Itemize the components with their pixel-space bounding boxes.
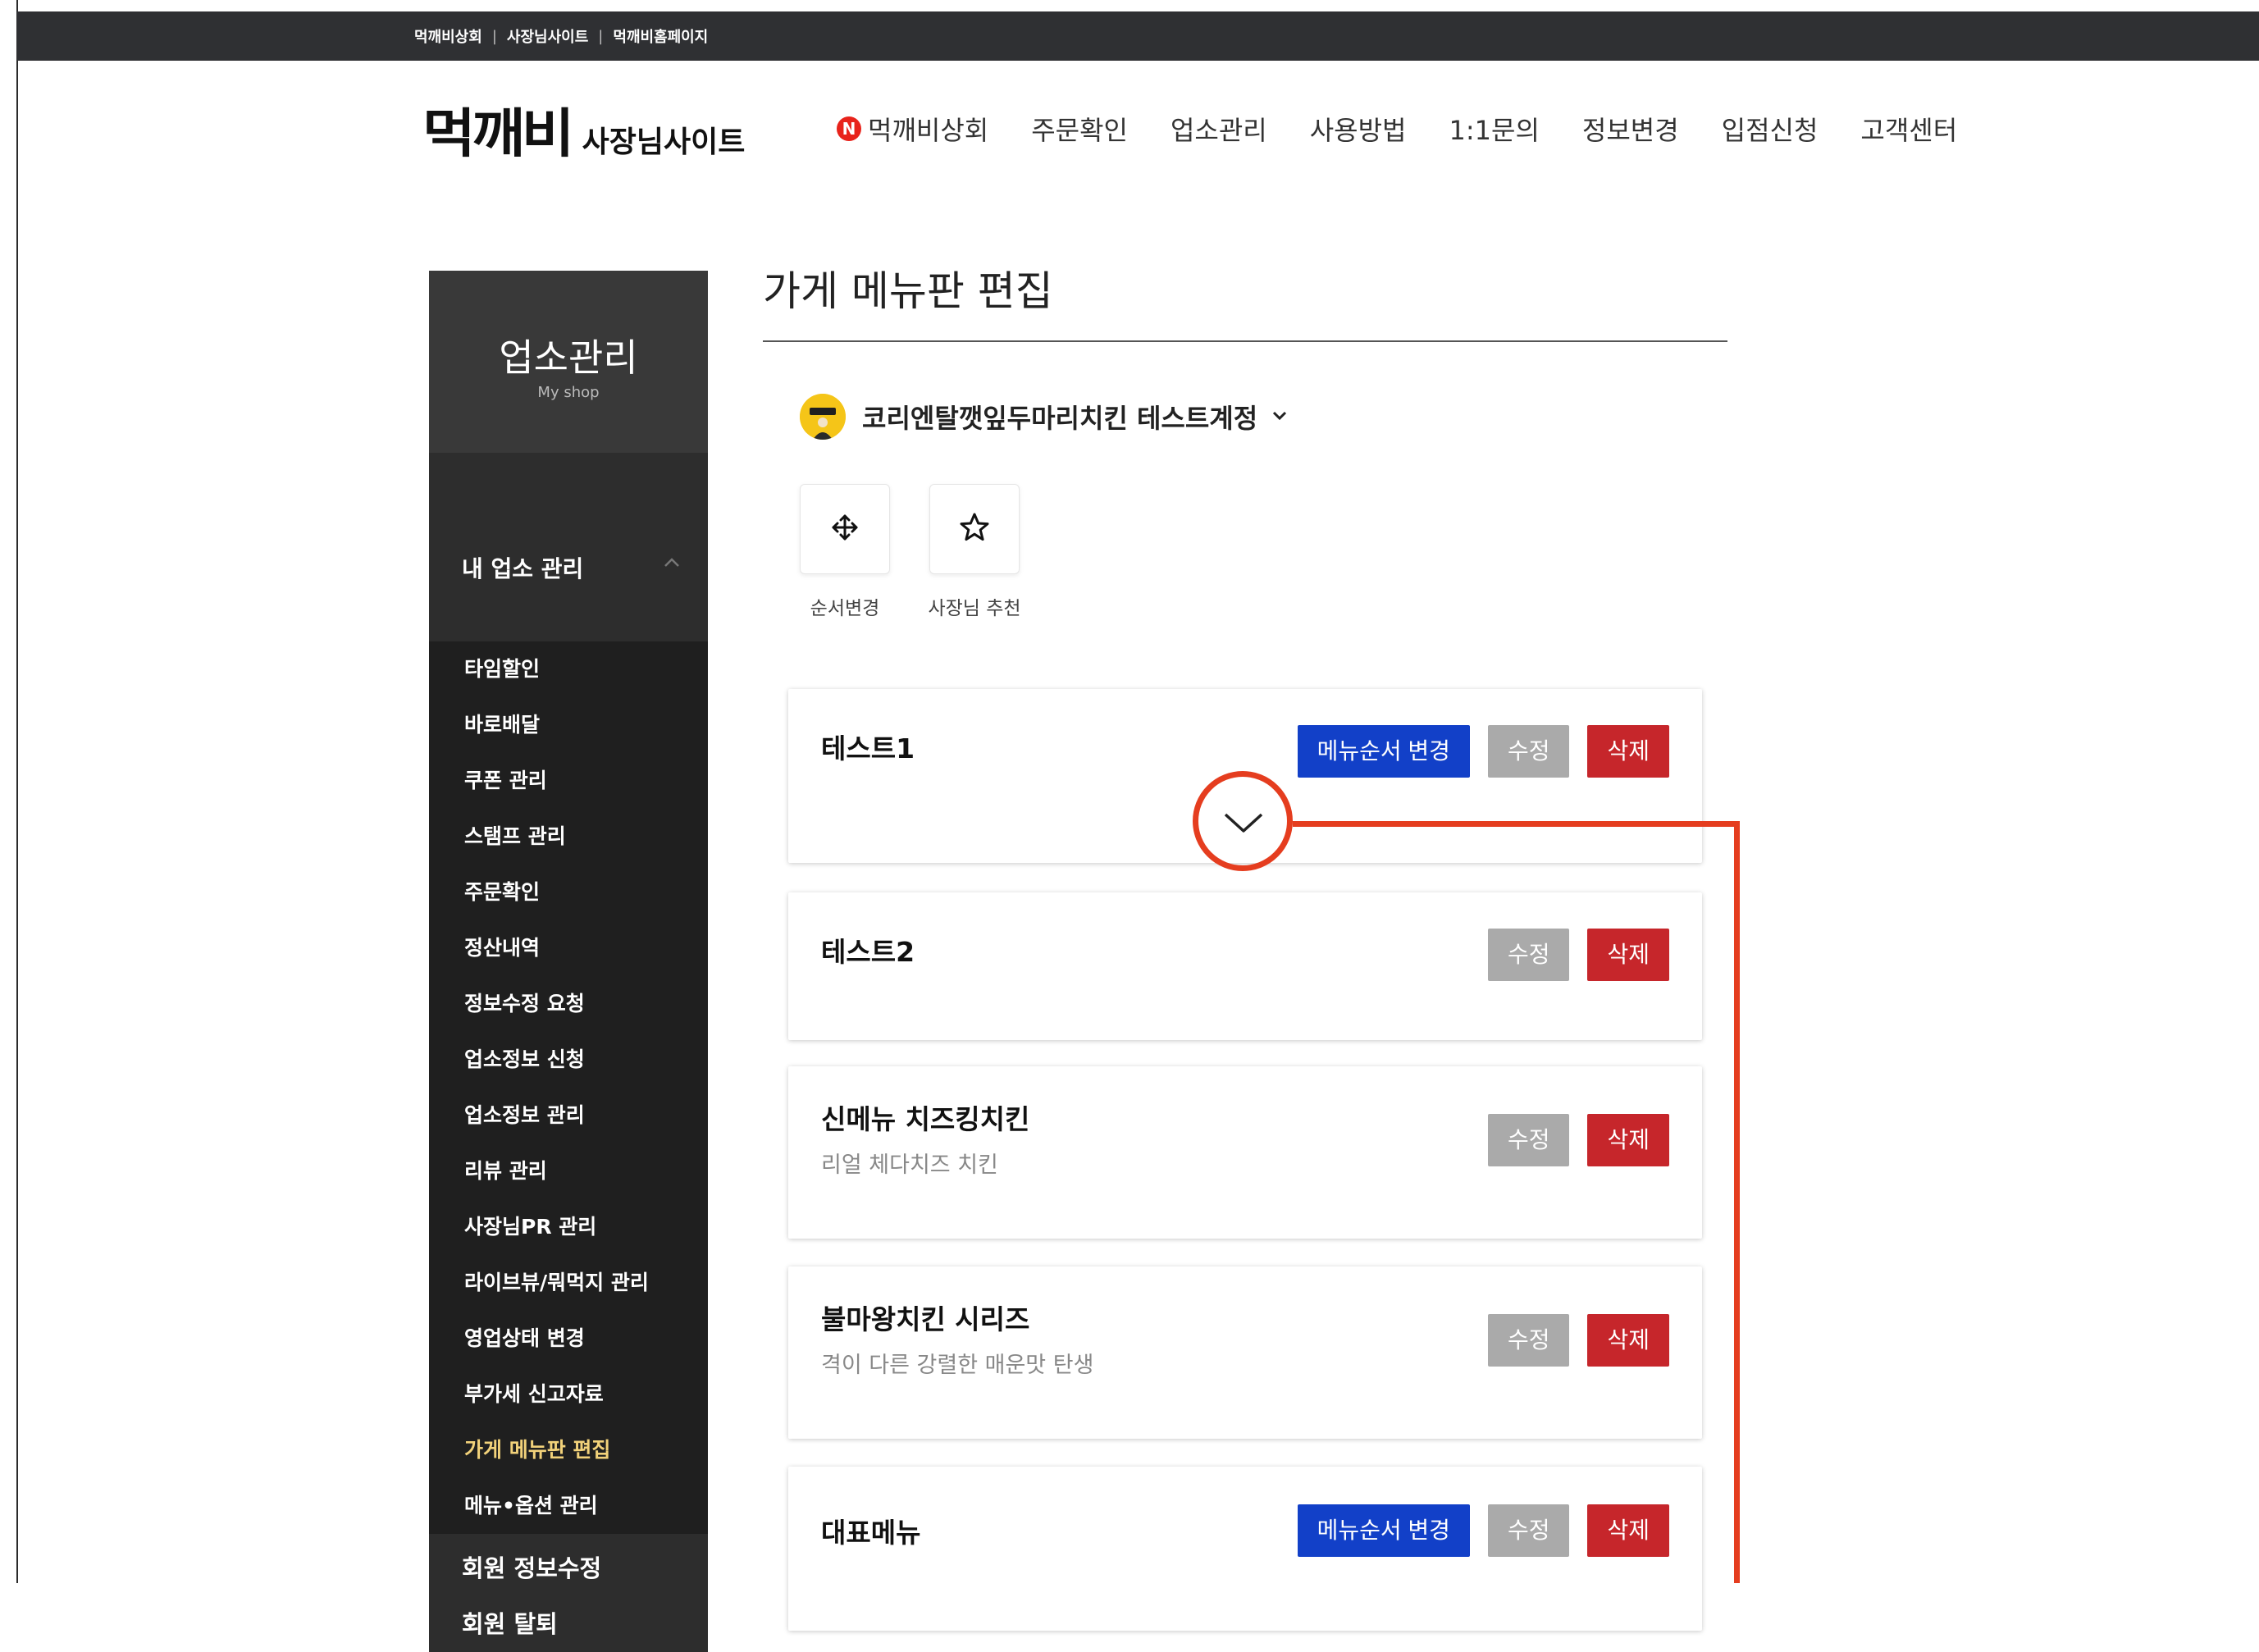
nav-label: 먹깨비상회 — [868, 115, 989, 146]
sidebar-item-menu-options[interactable]: 메뉴•옵션 관리 — [429, 1478, 708, 1534]
delete-button[interactable]: 삭제 — [1587, 929, 1669, 981]
separator: | — [491, 27, 497, 45]
sidebar-item-owner-pr[interactable]: 사장님PR 관리 — [429, 1199, 708, 1255]
logo-sub-text: 사장님사이트 — [582, 125, 746, 159]
sidebar-item-member-edit[interactable]: 회원 정보수정 — [429, 1540, 708, 1596]
edit-button[interactable]: 수정 — [1487, 1114, 1570, 1166]
delete-button[interactable]: 삭제 — [1587, 1504, 1669, 1557]
main-content: 가게 메뉴판 편집 코리엔탈깻잎두마리치킨 테스트계정 순서변경 사장님 추천 … — [763, 254, 1727, 1631]
edit-button[interactable]: 수정 — [1487, 1504, 1570, 1557]
store-name: 코리엔탈깻잎두마리치킨 테스트계정 — [862, 403, 1258, 434]
menu-card-title: 신메뉴 치즈킹치킨 — [821, 1103, 1030, 1135]
top-utility-bar: 먹깨비상회 | 사장님사이트 | 먹깨비홈페이지 — [16, 11, 2259, 61]
tool-reorder: 순서변경 — [800, 484, 890, 620]
sidebar-item-stamps[interactable]: 스탬프 관리 — [429, 809, 708, 865]
recommend-tool-button[interactable] — [929, 484, 1020, 574]
card-actions: 수정 삭제 — [1470, 929, 1669, 981]
annotation-line — [1293, 821, 1740, 827]
sidebar-subtitle: My shop — [537, 384, 600, 401]
nav-item-orders[interactable]: 주문확인 — [1031, 110, 1128, 148]
nav-item-how-to[interactable]: 사용방법 — [1310, 110, 1407, 148]
reorder-tool-button[interactable] — [800, 484, 890, 574]
nav-item-store[interactable]: N 먹깨비상회 — [837, 110, 988, 148]
sidebar-item-coupons[interactable]: 쿠폰 관리 — [429, 753, 708, 809]
sidebar-title: 업소관리 — [499, 335, 638, 380]
menu-card: 대표메뉴 메뉴순서 변경 수정 삭제 — [788, 1467, 1702, 1631]
sidebar-item-quick-delivery[interactable]: 바로배달 — [429, 697, 708, 753]
sidebar: 업소관리 My shop 내 업소 관리 타임할인 바로배달 쿠폰 관리 스탬프… — [429, 271, 708, 1652]
sidebar-item-vat-data[interactable]: 부가세 신고자료 — [429, 1367, 708, 1422]
delete-button[interactable]: 삭제 — [1587, 1314, 1669, 1367]
menu-card-title: 불마왕치킨 시리즈 — [821, 1303, 1030, 1335]
move-icon — [828, 511, 861, 547]
separator: | — [598, 27, 604, 45]
reorder-menu-button[interactable]: 메뉴순서 변경 — [1297, 1504, 1470, 1557]
sidebar-item-edit-request[interactable]: 정보수정 요청 — [429, 976, 708, 1032]
reorder-menu-button[interactable]: 메뉴순서 변경 — [1297, 725, 1470, 778]
menu-card-title: 대표메뉴 — [821, 1517, 921, 1549]
menu-tools: 순서변경 사장님 추천 — [800, 484, 1059, 620]
menu-card: 테스트2 수정 삭제 — [788, 892, 1702, 1040]
card-actions: 수정 삭제 — [1470, 1114, 1669, 1166]
sidebar-menu-list: 타임할인 바로배달 쿠폰 관리 스탬프 관리 주문확인 정산내역 정보수정 요청… — [429, 641, 708, 1534]
card-actions: 메뉴순서 변경 수정 삭제 — [1280, 1504, 1669, 1557]
nav-item-info-change[interactable]: 정보변경 — [1582, 110, 1679, 148]
store-avatar — [800, 394, 846, 440]
sidebar-item-settlement[interactable]: 정산내역 — [429, 920, 708, 976]
sidebar-item-liveview[interactable]: 라이브뷰/뭐먹지 관리 — [429, 1255, 708, 1311]
annotation-line — [1734, 821, 1740, 1583]
edit-button[interactable]: 수정 — [1487, 1314, 1570, 1367]
sidebar-item-reviews[interactable]: 리뷰 관리 — [429, 1143, 708, 1199]
link-owner-site[interactable]: 사장님사이트 — [507, 25, 588, 47]
nav-item-inquiry[interactable]: 1:1문의 — [1449, 110, 1540, 148]
sidebar-item-business-status[interactable]: 영업상태 변경 — [429, 1311, 708, 1367]
link-mukkebi-home[interactable]: 먹깨비홈페이지 — [613, 25, 708, 47]
page-title: 가게 메뉴판 편집 — [763, 267, 1053, 315]
nav-item-shop-management[interactable]: 업소관리 — [1171, 110, 1267, 148]
utility-links: 먹깨비상회 | 사장님사이트 | 먹깨비홈페이지 — [414, 11, 708, 61]
annotation-circle — [1193, 771, 1293, 871]
main-nav: N 먹깨비상회 주문확인 업소관리 사용방법 1:1문의 정보변경 입점신청 고… — [837, 110, 2000, 148]
sidebar-spacer — [429, 453, 708, 551]
tool-recommend: 사장님 추천 — [928, 484, 1021, 620]
site-header: 먹깨비 사장님사이트 N 먹깨비상회 주문확인 업소관리 사용방법 1:1문의 … — [16, 61, 2259, 208]
sidebar-item-shop-apply[interactable]: 업소정보 신청 — [429, 1032, 708, 1088]
menu-card-title: 테스트2 — [821, 936, 915, 968]
menu-card: 신메뉴 치즈킹치킨 리얼 체다치즈 치킨 수정 삭제 — [788, 1066, 1702, 1239]
star-icon — [958, 511, 991, 547]
nav-item-apply[interactable]: 입점신청 — [1722, 110, 1819, 148]
sidebar-account: 회원 정보수정 회원 탈퇴 — [429, 1534, 708, 1652]
nav-item-support[interactable]: 고객센터 — [1860, 110, 1957, 148]
title-divider — [763, 340, 1727, 342]
menu-card-description: 리얼 체다치즈 치킨 — [821, 1152, 998, 1178]
edit-button[interactable]: 수정 — [1487, 725, 1570, 778]
sidebar-section-my-shop[interactable]: 내 업소 관리 — [429, 551, 708, 641]
card-actions: 수정 삭제 — [1470, 1314, 1669, 1367]
chevron-down-icon[interactable] — [1269, 401, 1290, 432]
new-badge-icon: N — [837, 116, 861, 141]
sidebar-item-shop-info[interactable]: 업소정보 관리 — [429, 1088, 708, 1143]
logo-main-text: 먹깨비 — [422, 104, 574, 165]
sidebar-item-member-withdraw[interactable]: 회원 탈퇴 — [429, 1596, 708, 1652]
card-actions: 메뉴순서 변경 수정 삭제 — [1280, 725, 1669, 778]
tool-label: 순서변경 — [810, 598, 880, 619]
sidebar-item-time-sale[interactable]: 타임할인 — [429, 641, 708, 697]
store-selector[interactable]: 코리엔탈깻잎두마리치킨 테스트계정 — [800, 394, 1290, 440]
edit-button[interactable]: 수정 — [1487, 929, 1570, 981]
sidebar-header: 업소관리 My shop — [429, 271, 708, 453]
section-label: 내 업소 관리 — [462, 555, 584, 582]
logo[interactable]: 먹깨비 사장님사이트 — [422, 108, 745, 161]
menu-card-description: 격이 다른 강렬한 매운맛 탄생 — [821, 1353, 1094, 1378]
link-mukkebi-store[interactable]: 먹깨비상회 — [414, 25, 482, 47]
tool-label: 사장님 추천 — [928, 598, 1021, 619]
chevron-up-icon[interactable] — [660, 551, 683, 580]
sidebar-item-orders[interactable]: 주문확인 — [429, 865, 708, 920]
menu-card: 불마왕치킨 시리즈 격이 다른 강렬한 매운맛 탄생 수정 삭제 — [788, 1266, 1702, 1439]
sidebar-item-menu-board[interactable]: 가게 메뉴판 편집 — [429, 1422, 708, 1478]
delete-button[interactable]: 삭제 — [1587, 725, 1669, 778]
menu-card-title: 테스트1 — [821, 732, 915, 764]
delete-button[interactable]: 삭제 — [1587, 1114, 1669, 1166]
